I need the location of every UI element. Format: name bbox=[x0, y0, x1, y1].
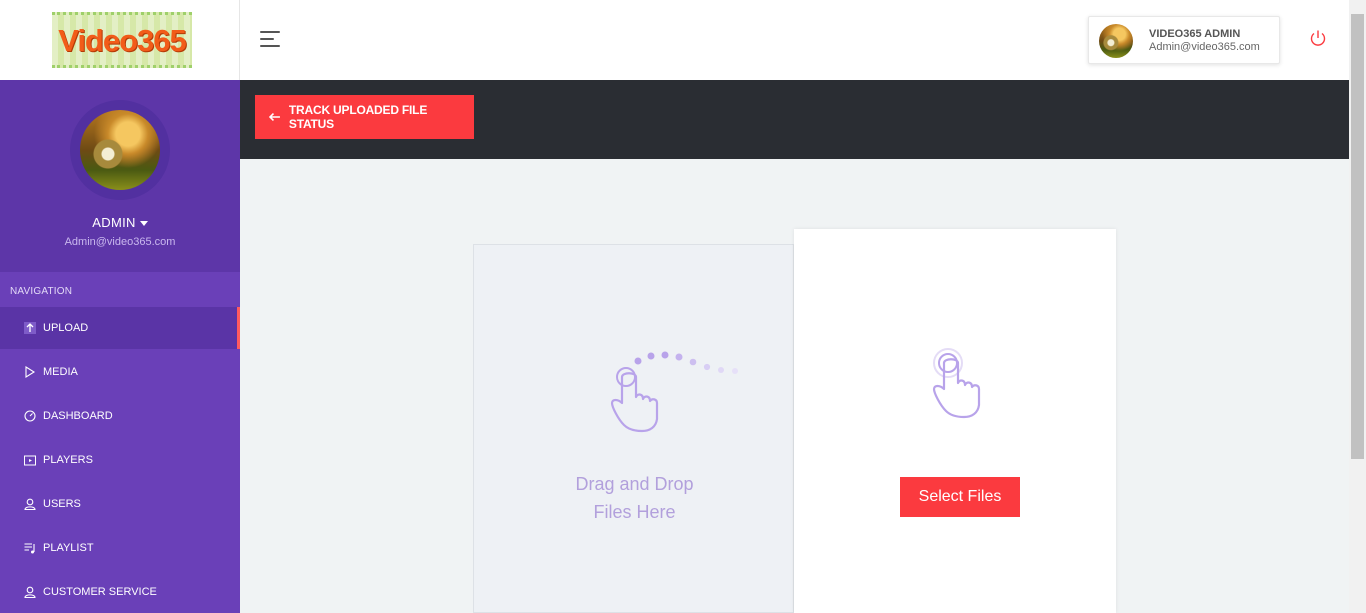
drop-text-line2: Files Here bbox=[593, 502, 676, 522]
tv-icon bbox=[24, 454, 36, 466]
profile-email: Admin@video365.com bbox=[64, 236, 176, 248]
profile-name: ADMIN bbox=[92, 215, 136, 230]
sidebar-item-label: DASHBOARD bbox=[43, 410, 113, 422]
upload-icon bbox=[24, 322, 36, 334]
sidebar-item-dashboard[interactable]: DASHBOARD bbox=[0, 395, 240, 437]
brand-logo[interactable]: Video365 bbox=[52, 12, 192, 68]
sidebar-item-label: PLAYLIST bbox=[43, 542, 94, 554]
track-upload-status-button[interactable]: TRACK UPLOADED FILE STATUS bbox=[255, 95, 474, 139]
nav-heading: NAVIGATION bbox=[10, 286, 73, 297]
sidebar-item-label: MEDIA bbox=[43, 366, 78, 378]
select-files-button[interactable]: Select Files bbox=[900, 477, 1020, 517]
power-icon[interactable] bbox=[1308, 28, 1328, 48]
sidebar-item-label: PLAYERS bbox=[43, 454, 93, 466]
user-name: VIDEO365 ADMIN bbox=[1149, 28, 1241, 40]
select-files-card: Select Files bbox=[794, 229, 1116, 613]
user-icon bbox=[24, 498, 36, 510]
arrow-left-icon bbox=[269, 112, 280, 122]
sidebar-item-upload[interactable]: UPLOAD bbox=[0, 307, 240, 349]
drop-text-line1: Drag and Drop bbox=[575, 474, 694, 494]
sidebar-item-playlist[interactable]: PLAYLIST bbox=[0, 527, 240, 569]
playlist-icon bbox=[24, 542, 36, 554]
avatar[interactable] bbox=[80, 110, 160, 190]
avatar bbox=[1099, 24, 1133, 58]
sidebar-item-media[interactable]: MEDIA bbox=[0, 351, 240, 393]
logo-area: Video365 bbox=[0, 0, 240, 80]
drop-zone[interactable]: Drag and Drop Files Here bbox=[473, 244, 794, 613]
user-card[interactable]: VIDEO365 ADMIN Admin@video365.com bbox=[1088, 16, 1280, 64]
sidebar: ADMIN Admin@video365.com NAVIGATION UPLO… bbox=[0, 80, 240, 613]
sidebar-item-label: CUSTOMER SERVICE bbox=[43, 586, 157, 598]
logo-text: Video365 bbox=[58, 23, 187, 58]
tap-hand-icon bbox=[932, 348, 981, 419]
page-banner: TRACK UPLOADED FILE STATUS bbox=[240, 80, 1349, 159]
scrollbar-thumb[interactable] bbox=[1351, 14, 1364, 459]
sidebar-item-label: UPLOAD bbox=[43, 322, 89, 334]
top-header: VIDEO365 ADMIN Admin@video365.com bbox=[240, 0, 1349, 80]
caret-down-icon bbox=[139, 221, 148, 227]
drop-instructions: Drag and Drop Files Here bbox=[474, 470, 795, 526]
gauge-icon bbox=[24, 410, 36, 422]
avatar-ring bbox=[70, 100, 170, 200]
user-icon bbox=[24, 586, 36, 598]
sidebar-item-label: USERS bbox=[43, 498, 81, 510]
menu-toggle-icon[interactable] bbox=[260, 31, 280, 49]
sidebar-item-customer-service[interactable]: CUSTOMER SERVICE bbox=[0, 571, 240, 613]
user-email: Admin@video365.com bbox=[1149, 41, 1260, 53]
sidebar-profile: ADMIN Admin@video365.com bbox=[0, 80, 240, 272]
sidebar-item-players[interactable]: PLAYERS bbox=[0, 439, 240, 481]
profile-name-dropdown[interactable]: ADMIN bbox=[0, 215, 240, 230]
track-button-label: TRACK UPLOADED FILE STATUS bbox=[288, 103, 428, 131]
drag-hand-icon bbox=[610, 351, 738, 433]
play-icon bbox=[24, 366, 36, 378]
sidebar-item-users[interactable]: USERS bbox=[0, 483, 240, 525]
page-scrollbar[interactable] bbox=[1349, 0, 1366, 613]
